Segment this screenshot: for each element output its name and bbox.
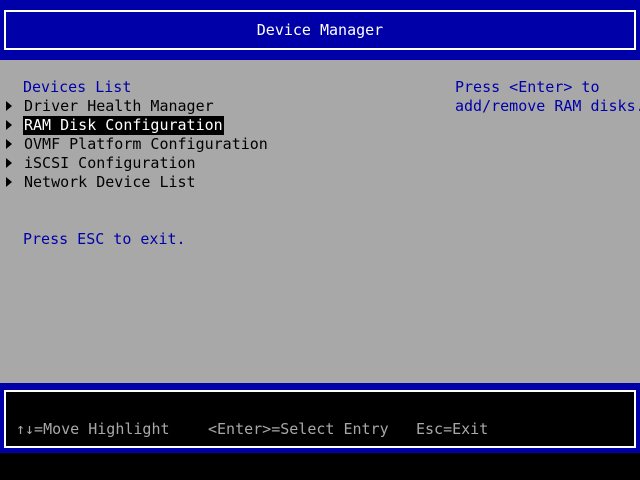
- menu-item-ram-disk-configuration[interactable]: RAM Disk Configuration: [6, 116, 266, 135]
- bottom-strip: [0, 453, 640, 480]
- menu-item-label: Network Device List: [24, 173, 196, 191]
- footer-move-highlight: ↑↓=Move Highlight: [16, 420, 170, 438]
- footer-select-entry: <Enter>=Select Entry: [208, 420, 389, 438]
- devices-list-heading: Devices List: [23, 78, 132, 96]
- triangle-right-icon: [6, 139, 12, 149]
- footer-frame: [4, 390, 636, 448]
- menu-item-driver-health-manager[interactable]: Driver Health Manager: [6, 97, 266, 116]
- help-text-line-1: Press <Enter> to: [455, 78, 600, 96]
- page-title: Device Manager: [256, 21, 384, 39]
- triangle-right-icon: [6, 158, 12, 168]
- menu-item-label: OVMF Platform Configuration: [24, 135, 268, 153]
- help-text-line-2: add/remove RAM disks.: [455, 97, 640, 115]
- footer-exit: Esc=Exit: [416, 420, 489, 438]
- triangle-right-icon: [6, 177, 12, 187]
- menu-item-label: iSCSI Configuration: [24, 154, 196, 172]
- menu-item-iscsi-configuration[interactable]: iSCSI Configuration: [6, 154, 266, 173]
- triangle-right-icon: [6, 120, 12, 130]
- menu-item-ovmf-platform-configuration[interactable]: OVMF Platform Configuration: [6, 135, 268, 154]
- exit-hint: Press ESC to exit.: [23, 230, 186, 248]
- triangle-right-icon: [6, 101, 12, 111]
- menu-item-label: RAM Disk Configuration: [23, 116, 224, 135]
- menu-item-label: Driver Health Manager: [24, 97, 214, 115]
- bios-screen: Device Manager Devices List Driver Healt…: [0, 0, 640, 480]
- menu-item-network-device-list[interactable]: Network Device List: [6, 173, 266, 192]
